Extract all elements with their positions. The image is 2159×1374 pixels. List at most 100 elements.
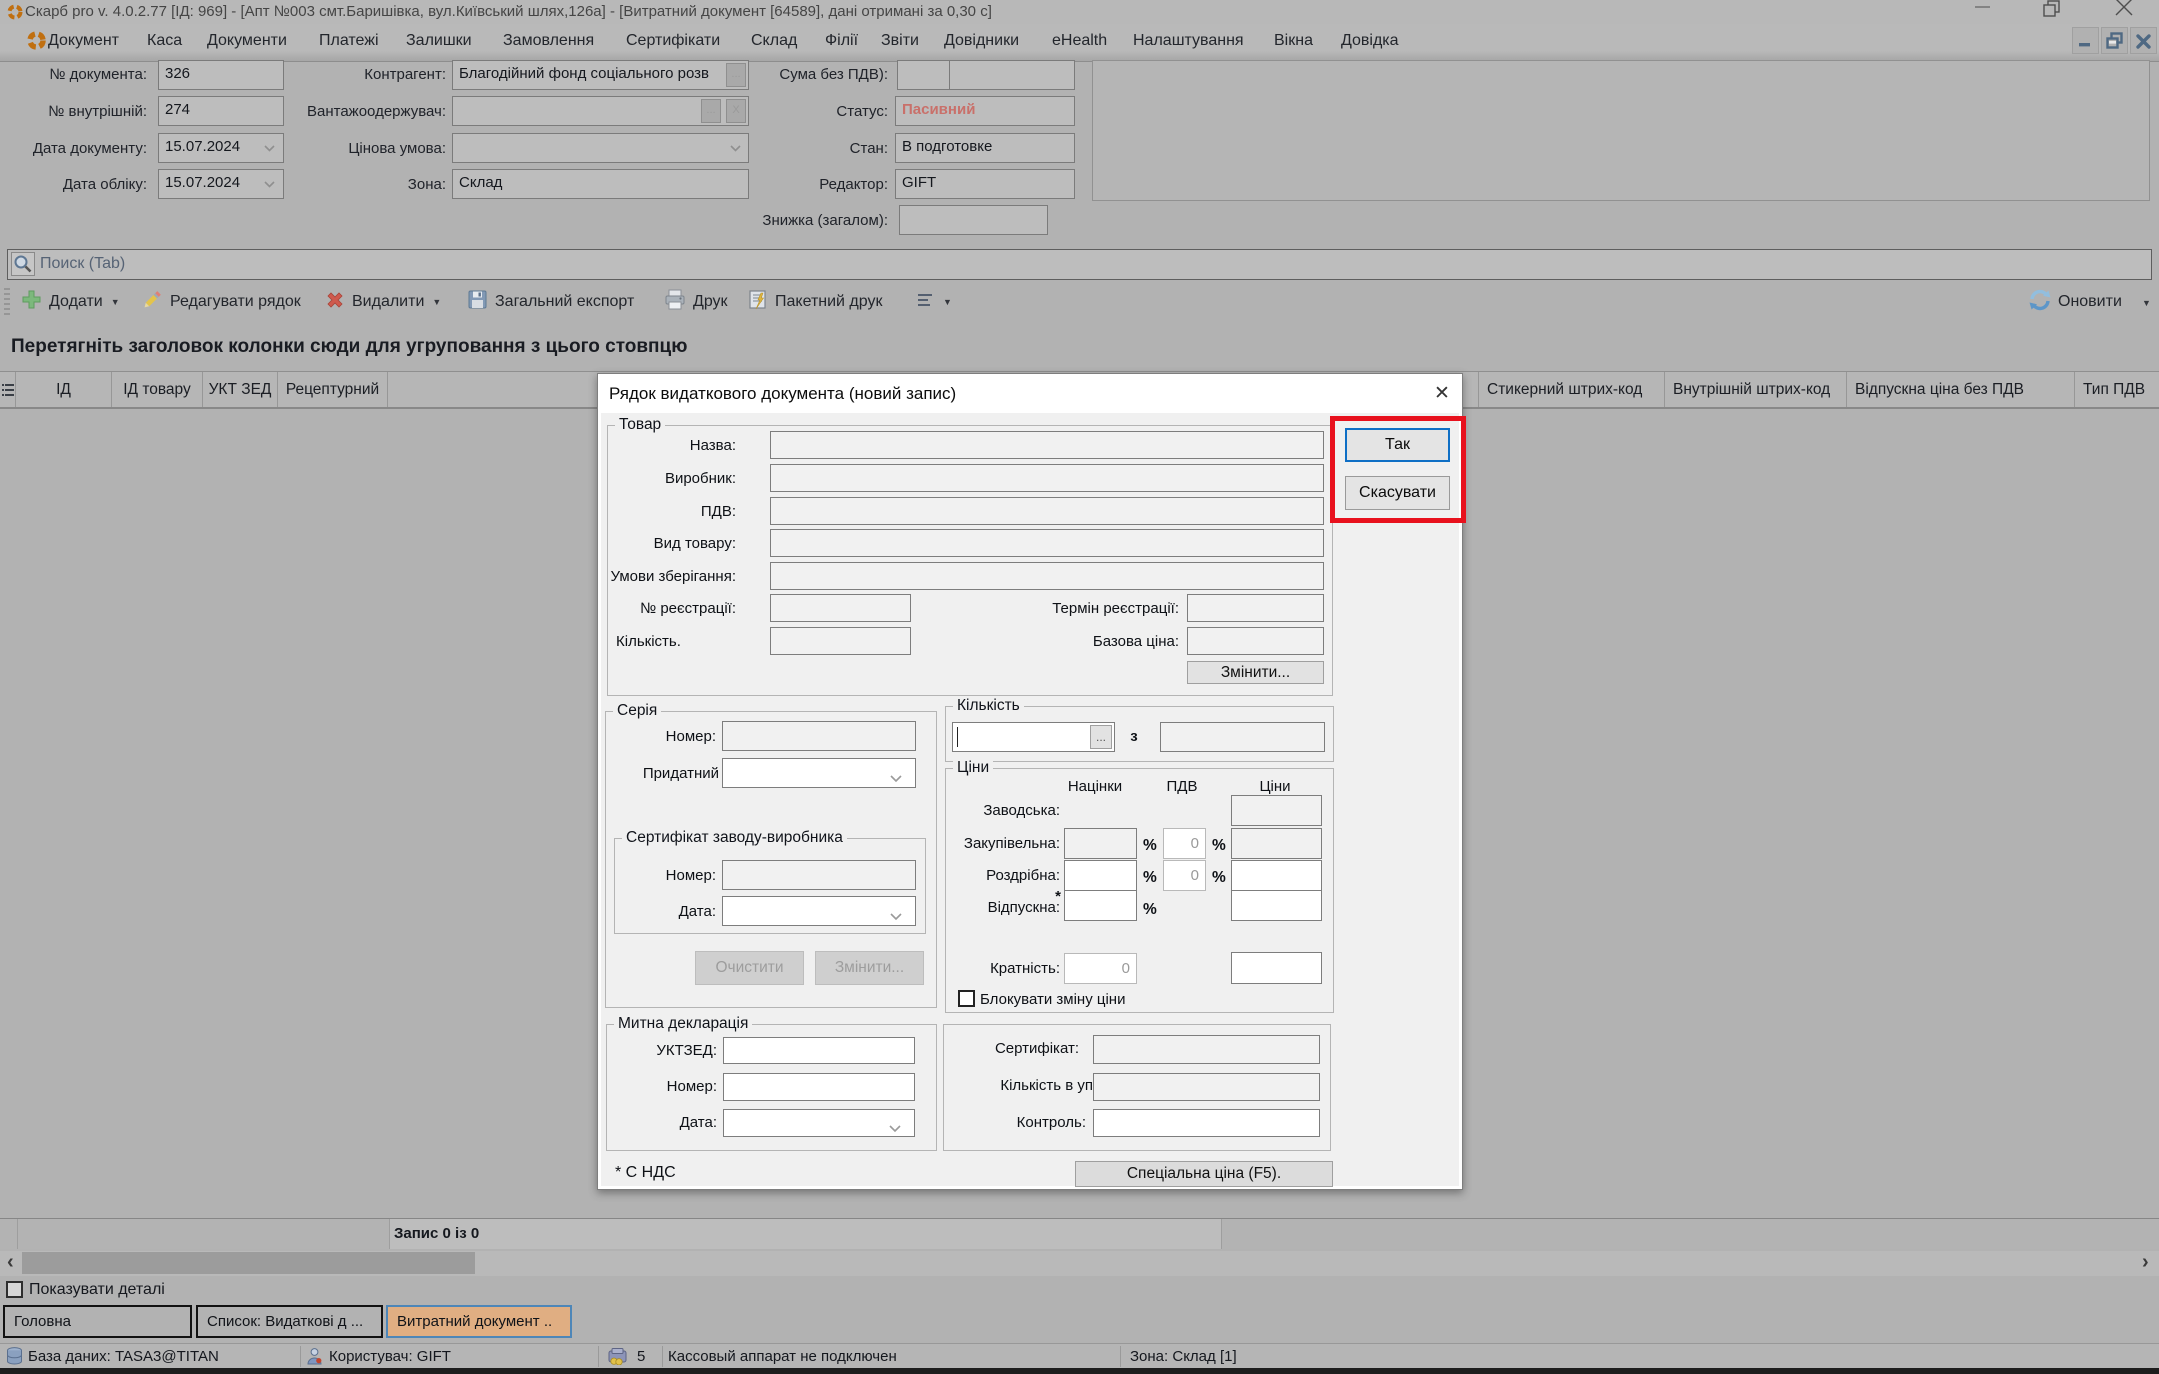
mdi-restore-button[interactable] <box>2101 27 2128 54</box>
price-selling-field[interactable] <box>1231 890 1322 921</box>
column-header-id[interactable]: ІД <box>16 372 112 407</box>
zone-field[interactable]: Склад <box>452 169 749 199</box>
factory-cert-date-combo[interactable] <box>722 896 916 926</box>
print-button[interactable]: Друк <box>663 288 728 316</box>
product-name-label: Назва: <box>607 437 736 454</box>
series-valid-dropdown-icon[interactable] <box>890 770 902 778</box>
factory-cert-date-dropdown-icon[interactable] <box>890 908 902 916</box>
mdi-minimize-button[interactable] <box>2072 27 2099 54</box>
reg-term-field[interactable] <box>1187 594 1324 622</box>
reg-number-field[interactable] <box>770 594 911 622</box>
menu-item-payments[interactable]: Платежі <box>319 32 379 50</box>
column-header-id-tovaru[interactable]: ІД товару <box>112 372 203 407</box>
export-button[interactable]: Загальний експорт <box>466 288 634 316</box>
column-header-price-no-vat[interactable]: Відпускна ціна без ПДВ <box>1847 372 2075 407</box>
scroll-left-icon[interactable]: ‹ <box>7 1251 14 1274</box>
search-icon[interactable] <box>11 252 35 276</box>
delete-button[interactable]: Видалити ▼ <box>324 288 441 316</box>
menu-item-help[interactable]: Довідка <box>1341 32 1399 50</box>
column-header-recept[interactable]: Рецептурний <box>278 372 388 407</box>
menu-item-orders[interactable]: Замовлення <box>503 32 594 50</box>
quantity-total-field[interactable] <box>1160 722 1325 752</box>
product-change-button[interactable]: Змінити... <box>1187 661 1324 684</box>
sum-no-vat-field-2[interactable] <box>949 60 1075 90</box>
doc-date-dropdown-icon[interactable] <box>264 145 275 152</box>
doc-number-field[interactable]: 326 <box>158 60 284 90</box>
change-button[interactable]: Змінити... <box>815 951 924 985</box>
storage-field[interactable] <box>770 562 1324 590</box>
scrollbar-thumb[interactable] <box>22 1252 475 1274</box>
price-purchase-markup-field[interactable] <box>1064 828 1137 859</box>
control-field[interactable] <box>1093 1109 1320 1137</box>
certificate-field[interactable] <box>1093 1035 1320 1064</box>
menu-item-branches[interactable]: Філії <box>825 32 858 50</box>
menu-item-references[interactable]: Довідники <box>944 32 1019 50</box>
sum-no-vat-field-1[interactable] <box>897 60 950 90</box>
quantity-browse-button[interactable]: ... <box>1090 725 1112 749</box>
price-retail-vat-value: 0 <box>1163 867 1199 884</box>
price-condition-field[interactable] <box>452 133 749 163</box>
price-retail-markup-field[interactable] <box>1064 860 1137 891</box>
menu-item-documents[interactable]: Документи <box>207 32 287 50</box>
add-button[interactable]: Додати ▼ <box>20 288 120 316</box>
menu-item-settings[interactable]: Налаштування <box>1133 32 1244 50</box>
batch-print-button[interactable]: Пакетний друк <box>746 288 882 316</box>
menu-item-kasa[interactable]: Каса <box>147 32 182 50</box>
factory-cert-number-field[interactable] <box>722 860 916 890</box>
acc-date-dropdown-icon[interactable] <box>264 181 275 188</box>
view-options-button[interactable]: ▼ <box>915 288 952 316</box>
internal-number-field[interactable]: 274 <box>158 96 284 126</box>
column-header-internal-barcode[interactable]: Внутрішній штрих-код <box>1665 372 1847 407</box>
close-button[interactable] <box>2115 0 2133 21</box>
menu-item-ehealth[interactable]: eHealth <box>1052 32 1107 50</box>
customs-date-combo[interactable] <box>723 1109 915 1137</box>
contractor-field[interactable]: Благодійний фонд соціального розв <box>452 60 749 90</box>
special-price-button[interactable]: Спеціальна ціна (F5). <box>1075 1161 1333 1187</box>
mdi-close-button[interactable] <box>2130 27 2157 54</box>
uktzed-field[interactable] <box>723 1037 915 1064</box>
search-input[interactable] <box>40 251 2040 277</box>
customs-date-dropdown-icon[interactable] <box>889 1120 901 1128</box>
tab-main[interactable]: Головна <box>3 1305 192 1338</box>
column-header-sticker-barcode[interactable]: Стикерний штрих-код <box>1479 372 1665 407</box>
scroll-right-icon[interactable]: › <box>2142 1251 2149 1274</box>
tab-list[interactable]: Список: Видаткові д ... <box>196 1305 383 1338</box>
clear-button[interactable]: Очистити <box>695 951 804 985</box>
column-header-vat-type[interactable]: Тип ПДВ <box>2075 372 2159 407</box>
details-checkbox[interactable] <box>6 1281 23 1298</box>
discount-field[interactable] <box>899 205 1048 235</box>
menu-item-stock[interactable]: Залишки <box>406 32 472 50</box>
product-kind-field[interactable] <box>770 529 1324 557</box>
product-quantity-field[interactable] <box>770 627 911 655</box>
menu-item-document[interactable]: Документ <box>48 32 119 50</box>
edit-row-button[interactable]: Редагувати рядок <box>140 288 301 316</box>
price-purchase-field[interactable] <box>1231 828 1322 859</box>
tab-document[interactable]: Витратний документ .. <box>386 1305 572 1338</box>
series-number-field[interactable] <box>722 721 916 751</box>
manufacturer-field[interactable] <box>770 464 1324 492</box>
base-price-field[interactable] <box>1187 627 1324 655</box>
menu-item-certs[interactable]: Сертифікати <box>626 32 720 50</box>
menu-item-windows[interactable]: Вікна <box>1274 32 1313 50</box>
price-retail-field[interactable] <box>1231 860 1322 891</box>
minimize-button[interactable]: — <box>1975 0 1990 15</box>
dialog-close-icon[interactable]: ✕ <box>1431 383 1453 405</box>
refresh-button[interactable]: Оновити <box>2028 288 2122 316</box>
lock-price-checkbox[interactable] <box>958 990 975 1007</box>
vat-field[interactable] <box>770 497 1324 525</box>
series-valid-combo[interactable] <box>722 758 916 788</box>
column-header-ukt-zed[interactable]: УКТ ЗЕД <box>203 372 278 407</box>
status-label: Статус: <box>740 103 888 120</box>
price-extra-field[interactable] <box>1231 952 1322 984</box>
restore-button[interactable] <box>2043 0 2061 23</box>
consignee-browse-button[interactable]: ... <box>701 99 721 123</box>
refresh-caret-icon[interactable]: ▼ <box>2142 298 2151 308</box>
horizontal-scrollbar[interactable]: ‹ › <box>0 1251 2159 1276</box>
menu-item-reports[interactable]: Звіти <box>881 32 919 50</box>
price-selling-markup-field[interactable] <box>1064 890 1137 921</box>
qty-in-pack-field[interactable] <box>1093 1073 1320 1101</box>
price-factory-field[interactable] <box>1231 795 1322 826</box>
menu-item-warehouse[interactable]: Склад <box>751 32 797 50</box>
customs-number-field[interactable] <box>723 1073 915 1101</box>
product-name-field[interactable] <box>770 431 1324 459</box>
